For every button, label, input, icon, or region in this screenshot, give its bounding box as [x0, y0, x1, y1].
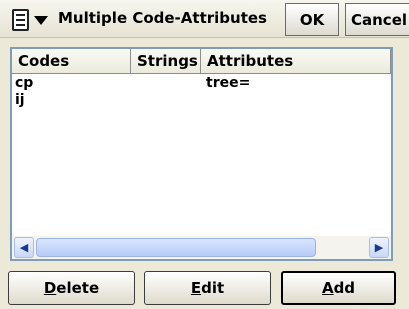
- cancel-button[interactable]: Cancel: [345, 3, 409, 36]
- code-attributes-list[interactable]: Codes Strings Attributes cp tree= ij ◀ ▶: [10, 47, 393, 261]
- add-button[interactable]: Add: [281, 271, 396, 305]
- title-bar: Multiple Code-Attributes OK Cancel: [0, 0, 409, 38]
- column-header-attributes[interactable]: Attributes: [201, 49, 391, 74]
- delete-button[interactable]: Delete: [8, 271, 135, 305]
- delete-mnemonic: D: [43, 279, 57, 297]
- horizontal-scrollbar[interactable]: ◀ ▶: [12, 236, 391, 259]
- table-row[interactable]: cp tree=: [12, 75, 391, 92]
- chevron-down-icon: [34, 15, 48, 25]
- column-header-strings[interactable]: Strings: [131, 49, 201, 74]
- scroll-right-arrow-icon[interactable]: ▶: [369, 237, 389, 258]
- edit-mnemonic: E: [190, 279, 202, 297]
- delete-label: elete: [56, 279, 100, 297]
- app-menu-icon: [12, 9, 29, 31]
- edit-label: dit: [201, 279, 225, 297]
- table-row[interactable]: ij: [12, 92, 391, 109]
- list-body: cp tree= ij: [12, 74, 391, 236]
- scroll-left-arrow-icon[interactable]: ◀: [14, 237, 34, 258]
- add-label: dd: [333, 279, 356, 297]
- app-menu-button[interactable]: [6, 6, 52, 34]
- column-header-codes[interactable]: Codes: [12, 49, 131, 74]
- list-header: Codes Strings Attributes: [12, 49, 391, 74]
- ok-button[interactable]: OK: [285, 3, 339, 36]
- cell-code: cp: [15, 75, 34, 91]
- cell-attributes: tree=: [206, 75, 251, 91]
- window-title: Multiple Code-Attributes: [58, 9, 267, 27]
- add-mnemonic: A: [321, 279, 334, 297]
- scrollbar-thumb[interactable]: [36, 238, 316, 257]
- edit-button[interactable]: Edit: [144, 271, 271, 305]
- cell-code: ij: [15, 92, 25, 108]
